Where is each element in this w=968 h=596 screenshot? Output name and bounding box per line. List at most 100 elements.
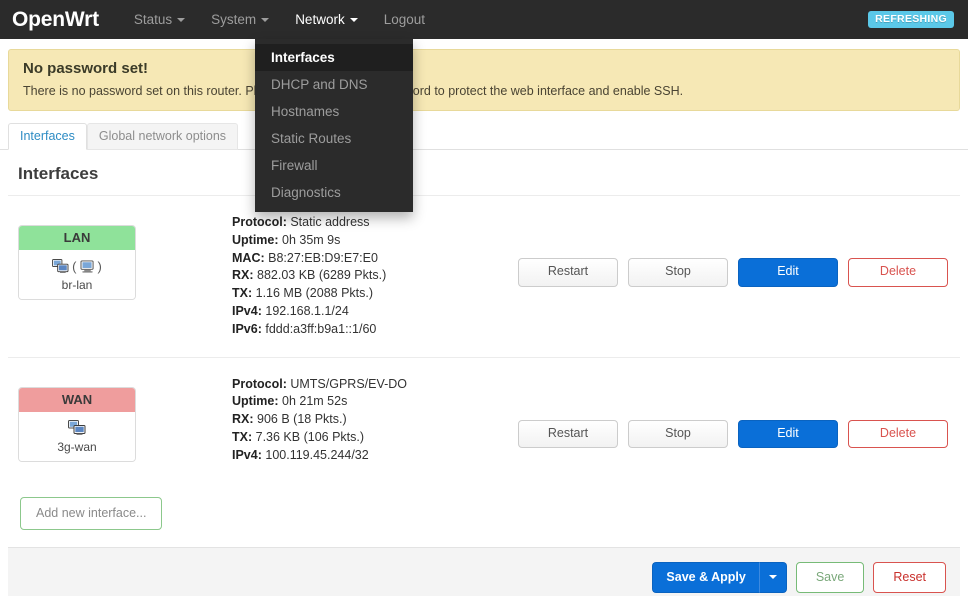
- detail-label: TX:: [232, 286, 253, 301]
- interface-details: Protocol: UMTS/GPRS/EV-DO Uptime: 0h 21m …: [136, 376, 446, 465]
- top-navbar: OpenWrt Status System Network Logout REFRES…: [0, 0, 968, 39]
- restart-button[interactable]: Restart: [518, 419, 618, 449]
- nav-item-logout[interactable]: Logout: [371, 0, 438, 39]
- interface-device-label: 3g-wan: [57, 439, 97, 454]
- interface-details: Protocol: Static address Uptime: 0h 35m 9…: [136, 214, 446, 339]
- detail-line: MAC: B8:27:EB:D9:E7:E0: [232, 250, 446, 268]
- delete-button[interactable]: Delete: [848, 258, 948, 287]
- nav-item-system[interactable]: System: [198, 0, 282, 39]
- interface-badge-lan[interactable]: LAN () br-lan: [18, 225, 136, 300]
- warning-title: No password set!: [23, 60, 149, 77]
- nav-items: Status System Network Logout: [121, 0, 438, 39]
- detail-line: RX: 906 B (18 Pkts.): [232, 411, 446, 429]
- edit-button[interactable]: Edit: [738, 419, 838, 449]
- add-new-interface-button[interactable]: Add new interface...: [20, 496, 163, 530]
- detail-line: Uptime: 0h 21m 52s: [232, 393, 446, 411]
- detail-value: 0h 35m 9s: [282, 232, 341, 247]
- save-apply-button[interactable]: Save & Apply: [652, 561, 759, 593]
- detail-label: TX:: [232, 429, 253, 444]
- detail-line: RX: 882.03 KB (6289 Pkts.): [232, 267, 446, 285]
- detail-value: 7.36 KB (106 Pkts.): [255, 429, 365, 444]
- detail-label: MAC:: [232, 250, 265, 265]
- detail-line: Protocol: UMTS/GPRS/EV-DO: [232, 376, 446, 394]
- dropdown-item-interfaces[interactable]: Interfaces: [255, 44, 413, 71]
- detail-line: TX: 7.36 KB (106 Pkts.): [232, 429, 446, 447]
- detail-line: Uptime: 0h 35m 9s: [232, 232, 446, 250]
- dropdown-item-dhcp-and-dns[interactable]: DHCP and DNS: [255, 71, 413, 98]
- chevron-down-icon: [177, 17, 186, 22]
- chevron-down-icon: [768, 575, 777, 580]
- dropdown-item-diagnostics[interactable]: Diagnostics: [255, 179, 413, 206]
- detail-label: Uptime:: [232, 394, 279, 409]
- network-dropdown-menu: Interfaces DHCP and DNS Hostnames Static Ro…: [255, 39, 413, 212]
- interface-device-label: br-lan: [61, 278, 93, 292]
- detail-value: 1.16 MB (2088 Pkts.): [255, 286, 374, 301]
- interface-name-label: LAN: [19, 226, 135, 250]
- nav-item-label: System: [211, 12, 257, 27]
- detail-value: fddd:a3ff:b9a1::1/60: [265, 321, 377, 336]
- detail-label: IPv4:: [232, 447, 262, 462]
- tab-bar: Interfaces Global network options: [0, 111, 968, 150]
- banner-container: No password set! There is no password se…: [0, 39, 968, 111]
- detail-value: 100.119.45.244/32: [265, 447, 369, 462]
- dropdown-item-hostnames[interactable]: Hostnames: [255, 98, 413, 125]
- detail-line: Protocol: Static address: [232, 214, 446, 232]
- reset-button[interactable]: Reset: [873, 561, 946, 593]
- chevron-down-icon: [261, 17, 270, 22]
- dropdown-item-static-routes[interactable]: Static Routes: [255, 125, 413, 152]
- nav-item-label: Status: [133, 12, 173, 27]
- restart-button[interactable]: Restart: [518, 258, 618, 287]
- detail-line: IPv4: 100.119.45.244/32: [232, 447, 446, 465]
- interface-name-label: WAN: [19, 387, 135, 412]
- interfaces-list: LAN() br-lan Protocol: Static address Uptim…: [0, 196, 968, 485]
- page-title: Interfaces: [8, 150, 960, 196]
- detail-value: 0h 21m 52s: [282, 394, 348, 409]
- nav-item-network[interactable]: Network: [282, 0, 371, 39]
- interface-actions: Restart Stop Edit Delete: [446, 376, 960, 449]
- warning-text: There is no password set on this router.…: [23, 84, 684, 98]
- interface-row: LAN() br-lan Protocol: Static address Uptim…: [8, 196, 960, 357]
- stop-button[interactable]: Stop: [628, 419, 728, 449]
- nav-item-label: Logout: [383, 12, 425, 27]
- chevron-down-icon: [349, 17, 358, 22]
- tab-interfaces[interactable]: Interfaces: [8, 123, 87, 150]
- interface-actions: Restart Stop Edit Delete: [446, 214, 960, 287]
- add-button-container: Add new interface...: [0, 485, 968, 530]
- save-button[interactable]: Save: [795, 561, 865, 593]
- detail-label: IPv6:: [232, 321, 262, 336]
- delete-button[interactable]: Delete: [848, 419, 948, 449]
- detail-label: RX:: [232, 268, 254, 283]
- detail-value: 882.03 KB (6289 Pkts.): [257, 268, 387, 283]
- interface-badge-body: () br-lan: [19, 250, 135, 299]
- tab-global-network-options[interactable]: Global network options: [86, 123, 239, 150]
- detail-label: IPv4:: [232, 303, 262, 318]
- dropdown-item-firewall[interactable]: Firewall: [255, 152, 413, 179]
- interface-badge-wan[interactable]: WAN 3g-wan: [18, 386, 136, 462]
- form-footer: Save & Apply Save Reset: [8, 546, 960, 596]
- detail-value: 906 B (18 Pkts.): [257, 412, 347, 427]
- no-password-warning: No password set! There is no password se…: [8, 49, 960, 111]
- save-apply-split-button: Save & Apply: [652, 561, 787, 593]
- detail-label: Protocol:: [232, 215, 287, 229]
- detail-value: 192.168.1.1/24: [265, 303, 349, 318]
- status-badge: REFRESHING: [868, 11, 954, 28]
- nav-item-status[interactable]: Status: [121, 0, 198, 39]
- nav-item-label: Network: [295, 12, 345, 27]
- bridge-icon: (): [19, 256, 135, 276]
- detail-value: UMTS/GPRS/EV-DO: [290, 376, 408, 391]
- detail-value: B8:27:EB:D9:E7:E0: [268, 250, 378, 265]
- save-apply-dropdown-toggle[interactable]: [758, 561, 787, 593]
- detail-label: Protocol:: [232, 376, 287, 391]
- ethernet-icon: [19, 418, 135, 438]
- detail-value: Static address: [290, 215, 370, 229]
- stop-button[interactable]: Stop: [628, 258, 728, 287]
- brand-logo[interactable]: OpenWrt: [12, 9, 99, 30]
- detail-label: Uptime:: [232, 232, 279, 247]
- detail-line: TX: 1.16 MB (2088 Pkts.): [232, 285, 446, 303]
- detail-label: RX:: [232, 412, 254, 427]
- detail-line: IPv4: 192.168.1.1/24: [232, 303, 446, 321]
- interface-row: WAN 3g-wan Protocol: UMTS/GPRS/EV-DO Uptime…: [8, 356, 960, 485]
- edit-button[interactable]: Edit: [738, 258, 838, 287]
- detail-line: IPv6: fddd:a3ff:b9a1::1/60: [232, 321, 446, 339]
- interface-badge-body: 3g-wan: [19, 411, 135, 461]
